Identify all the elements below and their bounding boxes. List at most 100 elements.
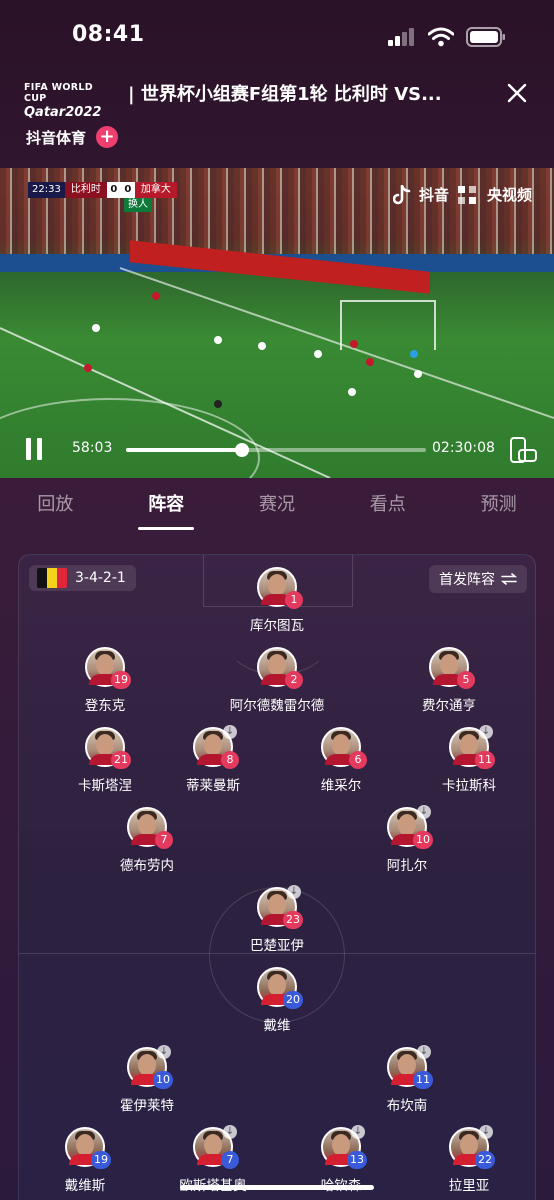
jersey-number: 7 — [155, 831, 173, 849]
player-name: 戴维 — [263, 1018, 291, 1034]
lineup-switch-button[interactable]: 首发阵容 — [429, 565, 527, 593]
jersey-number: 8 — [221, 751, 239, 769]
avatar-face — [138, 1054, 156, 1076]
close-button[interactable] — [502, 78, 532, 108]
player-name: 库尔图瓦 — [250, 618, 304, 634]
avatar-face — [138, 814, 156, 836]
player-card[interactable]: 23 ↓ 巴楚亚伊 — [207, 885, 347, 954]
player-avatar[interactable]: 2 — [257, 647, 303, 689]
substitution-icon: ↓ — [479, 725, 493, 739]
player-avatar[interactable]: 23 ↓ — [257, 885, 303, 929]
tab-0[interactable]: 回放 — [0, 478, 111, 534]
jersey-number: 10 — [153, 1071, 173, 1089]
player-card[interactable]: 11 ↓ 卡拉斯科 — [399, 725, 535, 794]
signal-icon — [388, 28, 414, 46]
player-avatar[interactable]: 22 ↓ — [449, 1125, 495, 1169]
player-avatar[interactable]: 1 — [257, 567, 303, 609]
switch-label[interactable]: 首发阵容 — [439, 569, 495, 589]
player-avatar[interactable]: 10 ↓ — [127, 1045, 173, 1089]
broadcaster-brand: 抖音 央视频 — [392, 184, 532, 205]
player-avatar[interactable]: 20 — [257, 967, 303, 1009]
tab-bar: 回放 阵容 赛况 看点 预测 — [0, 478, 554, 534]
player-avatar[interactable]: 13 ↓ — [321, 1125, 367, 1169]
player-card[interactable]: 19 登东克 — [35, 647, 175, 714]
jersey-number: 6 — [349, 751, 367, 769]
rotate-icon — [510, 437, 537, 463]
player-name: 欧斯塔基奥 — [143, 1174, 283, 1194]
avatar-face — [204, 1134, 222, 1156]
progress-fill — [126, 448, 243, 452]
player-avatar[interactable]: 10 ↓ — [387, 805, 433, 849]
player-avatar[interactable]: 7 ↓ — [193, 1125, 239, 1169]
tab-3[interactable]: 看点 — [332, 478, 443, 534]
player-card[interactable]: 1 库尔图瓦 — [207, 567, 347, 634]
player-avatar[interactable]: 19 — [65, 1127, 111, 1169]
substitution-icon: ↓ — [479, 1125, 493, 1139]
avatar-face — [268, 974, 286, 996]
jersey-number: 5 — [457, 671, 475, 689]
player-card[interactable]: 19 戴维斯 — [19, 1127, 155, 1194]
channel-name[interactable]: 抖音体育 — [26, 127, 86, 148]
player-card[interactable]: 2 阿尔德魏雷尔德 — [207, 647, 347, 714]
player-avatar[interactable]: 11 ↓ — [449, 725, 495, 769]
logo-line1: FIFA WORLD CUP — [24, 82, 93, 104]
away-team: 加拿大 — [134, 182, 177, 198]
player-card[interactable]: 10 ↓ 阿扎尔 — [337, 805, 477, 874]
player-card[interactable]: 20 戴维 — [207, 967, 347, 1034]
status-time: 08:41 — [72, 22, 145, 47]
match-title: | 世界杯小组赛F组第1轮 比利时 VS... — [128, 84, 442, 105]
jersey-number: 13 — [347, 1151, 367, 1169]
progress-knob[interactable] — [235, 443, 250, 457]
match-clock: 22:33 — [28, 182, 65, 198]
player-card[interactable]: 7↓ 欧斯塔基奥 — [143, 1125, 283, 1194]
channel[interactable]: 抖音体育 + — [26, 126, 119, 148]
follow-button[interactable]: + — [96, 126, 119, 148]
avatar-face — [268, 654, 286, 676]
avatar-face — [96, 654, 114, 676]
close-icon — [507, 83, 527, 103]
lineup-field: 3-4-2-1 首发阵容 1 库尔图瓦 19 登东克 2 阿尔德魏雷尔德 5 费尔通亨 21 卡斯… — [18, 554, 536, 1200]
player-avatar[interactable]: 5 — [429, 647, 475, 689]
player-card[interactable]: 7 德布劳内 — [77, 807, 217, 874]
status-icons — [388, 27, 506, 47]
progress-bar[interactable] — [126, 443, 426, 457]
player-name: 阿尔德魏雷尔德 — [229, 698, 325, 714]
jersey-number: 7 — [221, 1151, 239, 1169]
rotate-screen-button[interactable] — [508, 436, 538, 464]
player-avatar[interactable]: 11 ↓ — [387, 1045, 433, 1089]
pause-button[interactable] — [24, 438, 44, 460]
jersey-number: 19 — [91, 1151, 111, 1169]
player-card[interactable]: 10 ↓ 霍伊莱特 — [77, 1045, 217, 1114]
header: FIFA WORLD CUP Qatar2022 | 世界杯小组赛F组第1轮 比… — [0, 76, 554, 166]
tab-2[interactable]: 赛况 — [222, 478, 333, 534]
player-card[interactable]: 6 维采尔 — [271, 727, 411, 794]
battery-icon — [466, 27, 505, 47]
player-avatar[interactable]: 21 — [85, 727, 131, 769]
player-card[interactable]: 5 费尔通亨 — [379, 647, 519, 714]
player-card[interactable]: 11 ↓ 布坎南 — [337, 1045, 477, 1114]
home-indicator[interactable] — [180, 1185, 374, 1190]
player-card[interactable]: 13 ↓ 哈钦森 — [271, 1125, 411, 1194]
avatar-face — [96, 734, 114, 756]
player-avatar[interactable]: 6 — [321, 727, 367, 769]
player-card[interactable]: 22 ↓ 拉里亚 — [399, 1125, 535, 1194]
player-avatar[interactable]: 8 ↓ — [193, 725, 239, 769]
player-name: 阿扎尔 — [386, 858, 428, 874]
formation-badge: 3-4-2-1 — [29, 565, 136, 591]
avatar-face — [268, 574, 286, 596]
video-player[interactable]: 22:33 比利时 0 0 加拿大 换人 抖音 央视频 58:03 02:30:… — [0, 168, 554, 478]
avatar-face — [332, 1134, 350, 1156]
brand-douyin: 抖音 — [418, 186, 449, 204]
avatar-face — [398, 814, 416, 836]
world-cup-logo: FIFA WORLD CUP Qatar2022 — [24, 82, 114, 120]
tab-4[interactable]: 预测 — [443, 478, 554, 534]
player-name: 德布劳内 — [120, 858, 174, 874]
player-avatar[interactable]: 7 — [127, 807, 173, 849]
avatar-face — [204, 734, 222, 756]
player-card[interactable]: 8 ↓ 蒂莱曼斯 — [143, 725, 283, 794]
player-name: 登东克 — [84, 698, 126, 714]
player-avatar[interactable]: 19 — [85, 647, 131, 689]
jersey-number: 10 — [413, 831, 433, 849]
jersey-number: 1 — [285, 591, 303, 609]
tab-1[interactable]: 阵容 — [111, 478, 222, 534]
